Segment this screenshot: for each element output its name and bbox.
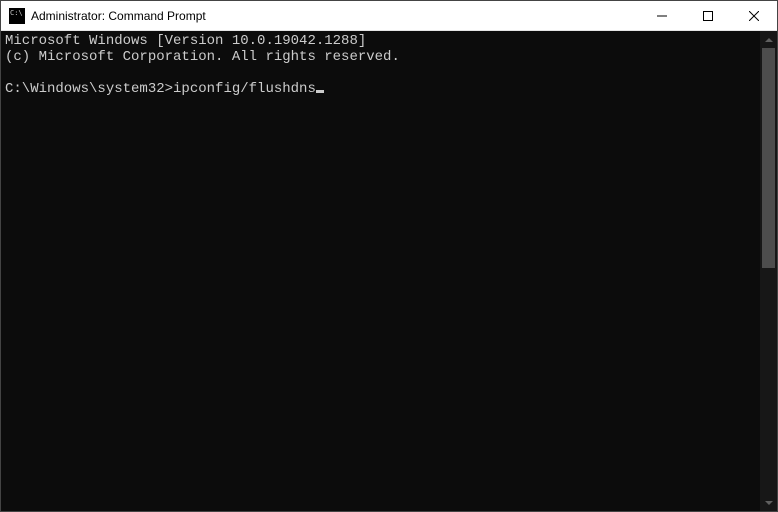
scroll-down-button[interactable] (760, 494, 777, 511)
close-button[interactable] (731, 1, 777, 30)
scrollbar-thumb[interactable] (762, 48, 775, 268)
output-line: (c) Microsoft Corporation. All rights re… (5, 49, 400, 65)
window-controls (639, 1, 777, 30)
prompt: C:\Windows\system32> (5, 81, 173, 97)
window-title: Administrator: Command Prompt (31, 9, 639, 23)
output-line: Microsoft Windows [Version 10.0.19042.12… (5, 33, 366, 49)
command-input[interactable]: ipconfig/flushdns (173, 81, 316, 97)
terminal-area: Microsoft Windows [Version 10.0.19042.12… (1, 31, 777, 511)
text-cursor (316, 90, 324, 93)
maximize-button[interactable] (685, 1, 731, 30)
cmd-icon (9, 8, 25, 24)
scroll-up-button[interactable] (760, 31, 777, 48)
minimize-button[interactable] (639, 1, 685, 30)
scrollbar-track[interactable] (760, 48, 777, 494)
vertical-scrollbar[interactable] (760, 31, 777, 511)
terminal-output[interactable]: Microsoft Windows [Version 10.0.19042.12… (1, 31, 760, 511)
command-prompt-window: Administrator: Command Prompt Microsoft … (0, 0, 778, 512)
titlebar[interactable]: Administrator: Command Prompt (1, 1, 777, 31)
